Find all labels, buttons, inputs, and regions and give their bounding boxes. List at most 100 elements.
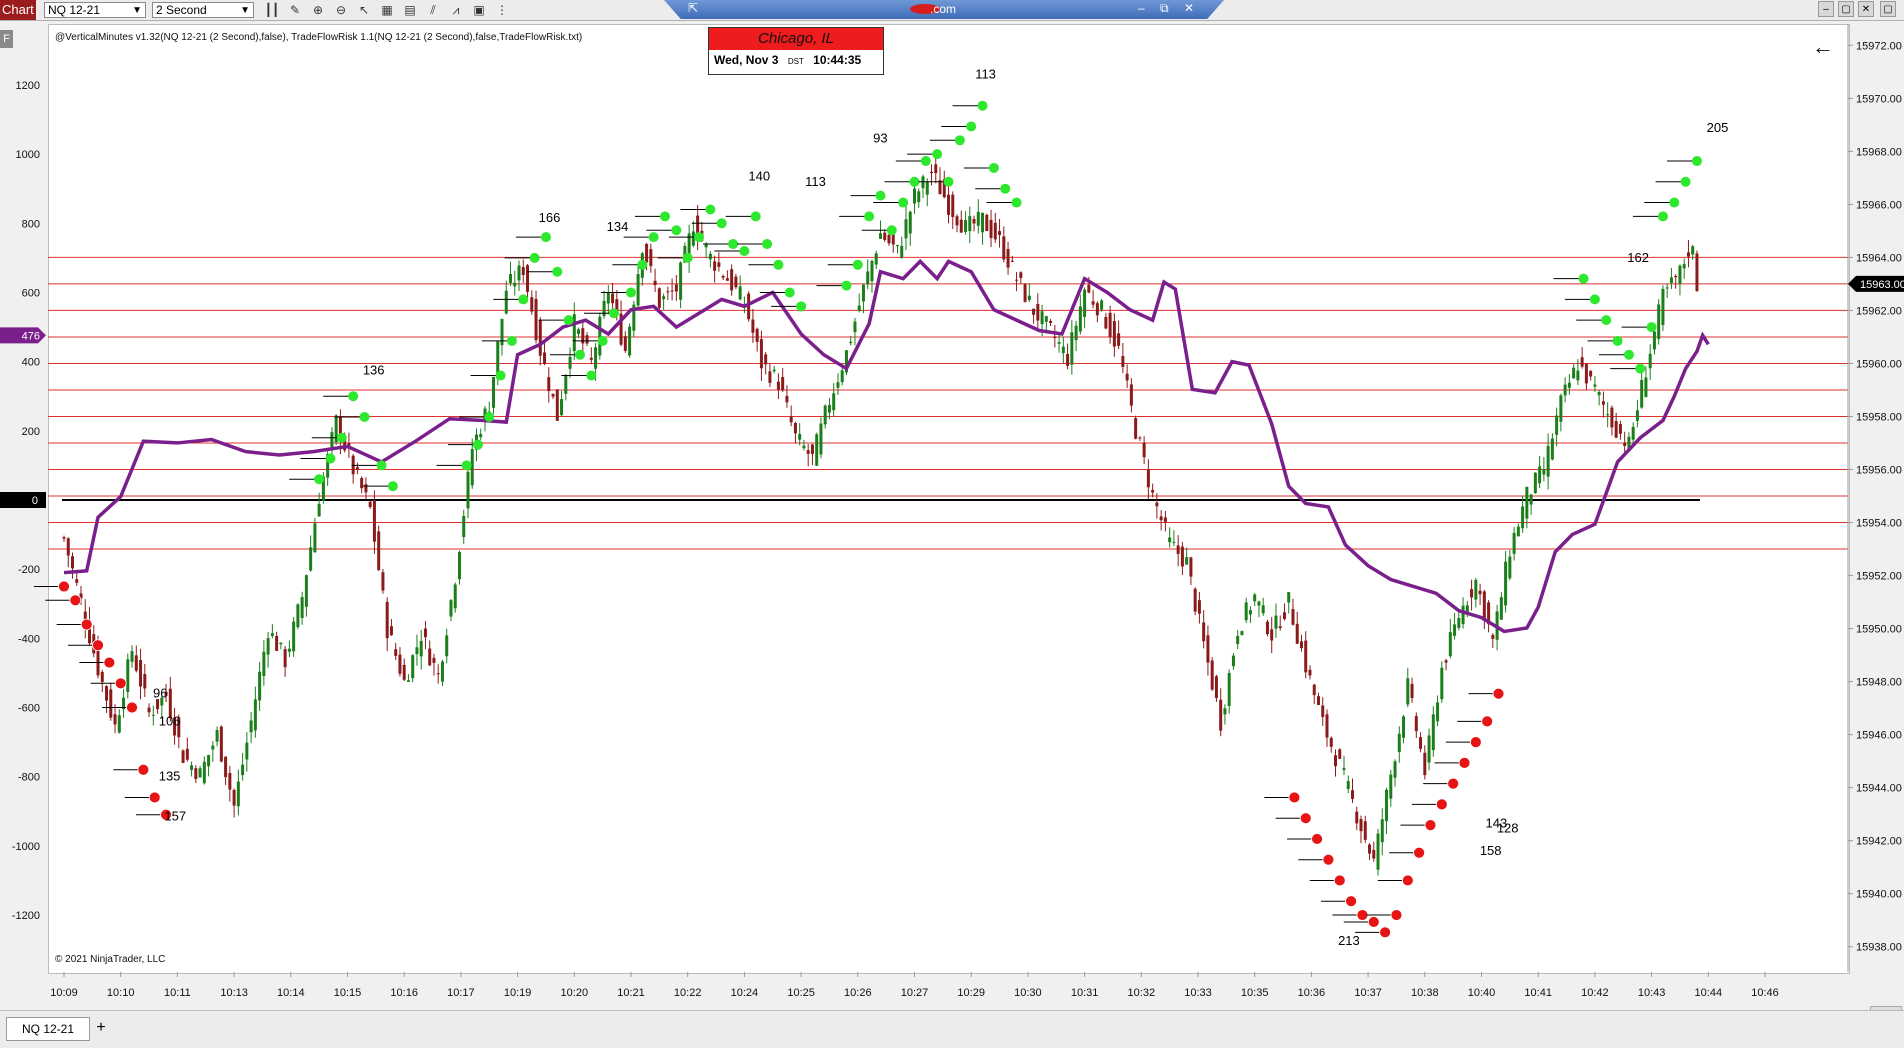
candle-body (1529, 494, 1533, 505)
candle-body (381, 572, 385, 591)
candle-body (534, 298, 538, 341)
copyright: © 2021 NinjaTrader, LLC (55, 954, 166, 965)
candle-body (1508, 556, 1512, 579)
candle-body (266, 638, 270, 655)
candle-body (436, 673, 440, 675)
price-tick-label: 15952.00 (1856, 571, 1902, 583)
candle-body (1389, 774, 1393, 799)
candle-body (853, 321, 857, 333)
candle-body (62, 537, 66, 539)
buy-marker (506, 335, 517, 346)
candle-body (930, 171, 934, 174)
sell-marker (1447, 777, 1460, 790)
candle-body (406, 680, 410, 682)
time-tick-label: 10:41 (1524, 987, 1552, 999)
candle-body (1138, 437, 1142, 439)
candle-body (1567, 382, 1571, 388)
candle-body (1304, 640, 1308, 673)
candle-body (1584, 364, 1588, 384)
candle-body (870, 260, 874, 282)
sell-marker (1435, 798, 1448, 811)
candle-body (1044, 316, 1048, 322)
buy-marker (597, 335, 608, 346)
candle-body (819, 423, 823, 455)
price-tick-label: 15944.00 (1856, 783, 1902, 795)
candle-body (998, 231, 1002, 235)
clock-city: Chicago, IL (709, 28, 883, 50)
candle-body (993, 222, 997, 240)
price-chart[interactable]: 11321320513515796106162143128158140 11393… (0, 0, 1904, 1047)
candle-body (1117, 333, 1121, 346)
candle-body (1219, 699, 1223, 731)
candle-body (509, 274, 513, 283)
candle-body (772, 369, 776, 372)
candle-body (1380, 819, 1384, 843)
candle-body (1168, 537, 1172, 543)
candle-body (466, 471, 470, 509)
candle-body (1278, 626, 1282, 629)
candle-body (551, 393, 555, 397)
candle-body (913, 188, 916, 204)
candle-body (1338, 749, 1342, 759)
back-arrow-icon[interactable]: ← (1812, 34, 1834, 60)
candles (62, 153, 1699, 876)
candle-body (1040, 311, 1044, 325)
candle-body (1419, 737, 1423, 749)
candle-body (419, 640, 423, 657)
candle-body (976, 211, 980, 226)
buy-marker (920, 156, 931, 167)
candle-body (1193, 588, 1197, 612)
sell-marker (1481, 715, 1494, 728)
candle-body (1470, 589, 1474, 598)
buy-marker (359, 411, 370, 422)
candle-body (560, 399, 564, 416)
count-label: 134 (607, 219, 629, 234)
buy-marker (1680, 176, 1691, 187)
candle-body (866, 271, 870, 285)
candle-body (1244, 602, 1248, 621)
candle-body (1015, 279, 1019, 281)
buy-marker (954, 135, 965, 146)
candle-body (883, 232, 887, 240)
candle-body (457, 551, 461, 580)
candle-body (428, 648, 432, 666)
clock-widget: Chicago, IL Wed, Nov 3 DST 10:44:35 (708, 27, 884, 75)
candle-body (1036, 303, 1040, 321)
candle-body (130, 651, 134, 662)
candle-body (606, 292, 610, 304)
time-tick-label: 10:30 (1014, 987, 1042, 999)
zero-marker-label: 0 (32, 495, 38, 507)
candle-body (1312, 684, 1316, 696)
add-tab-icon[interactable]: + (92, 1019, 110, 1037)
candle-body (947, 194, 951, 215)
clock-date: Wed, Nov 3 (714, 53, 779, 67)
sell-marker (1379, 926, 1392, 939)
candle-body (764, 354, 768, 365)
candle-body (232, 789, 236, 806)
tab-nq-12-21[interactable]: NQ 12-21 (6, 1017, 90, 1041)
candle-body (1236, 635, 1240, 645)
time-tick-label: 10:22 (674, 987, 702, 999)
candle-body (934, 164, 938, 174)
candle-body (1559, 395, 1563, 422)
indicator-tick-label: 800 (22, 218, 40, 230)
candle-body (377, 531, 381, 570)
count-label: 128 (1497, 821, 1519, 836)
candle-body (717, 262, 721, 267)
buy-marker (966, 121, 977, 132)
candle-body (878, 233, 882, 239)
candle-body (224, 756, 228, 778)
price-tick-label: 15968.00 (1856, 146, 1902, 158)
buy-marker (1646, 322, 1657, 333)
candle-body (1023, 284, 1027, 302)
candle-body (1202, 622, 1206, 642)
buy-marker (660, 211, 671, 222)
buy-marker (841, 280, 852, 291)
candle-body (1210, 660, 1214, 690)
buy-marker (1657, 211, 1668, 222)
candle-body (823, 405, 827, 425)
candle-body (462, 515, 466, 538)
candle-body (1270, 629, 1274, 641)
time-tick-label: 10:11 (164, 987, 191, 999)
count-label: 93 (873, 131, 887, 146)
